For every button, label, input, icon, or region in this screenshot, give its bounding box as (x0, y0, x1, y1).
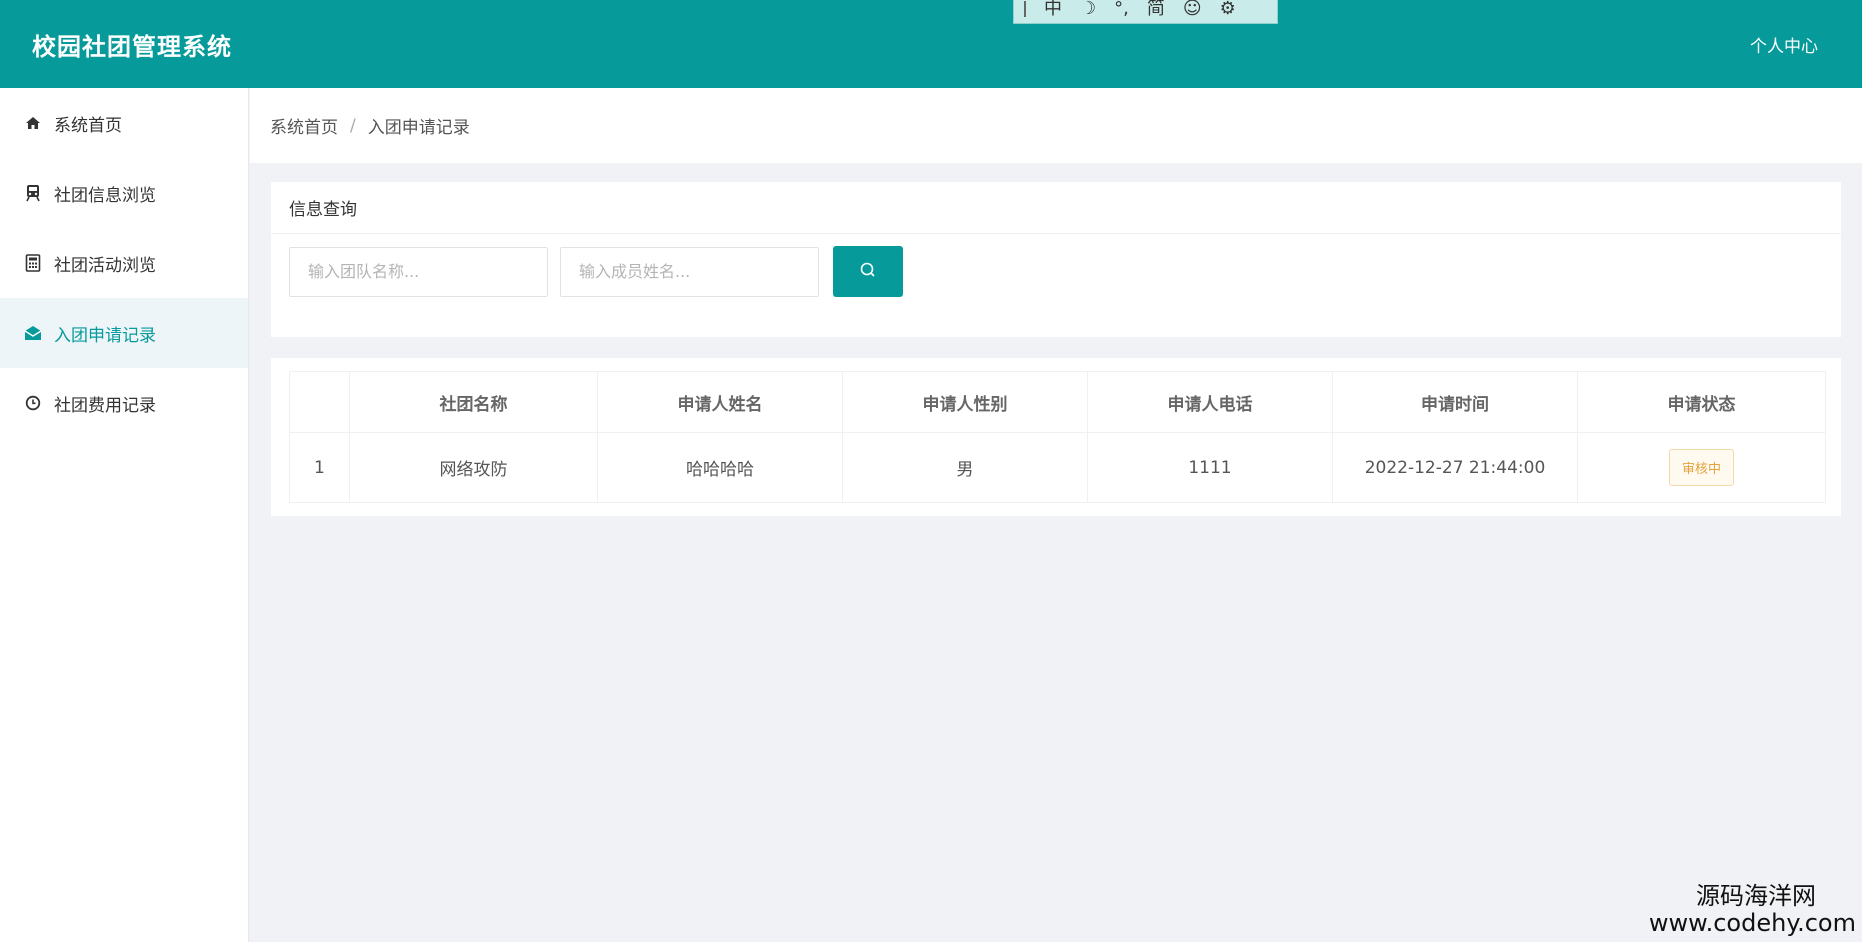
breadcrumb-current: 入团申请记录 (367, 118, 470, 138)
table-header-row: 社团名称 申请人姓名 申请人性别 申请人电话 申请时间 申请状态 (289, 371, 1826, 433)
sidebar: 系统首页 社团信息浏览 社团活动浏览 入团申请记录 社团费用记录 (0, 88, 249, 942)
ime-punctuation[interactable]: °, (1114, 0, 1129, 18)
column-header-phone: 申请人电话 (1087, 371, 1333, 433)
cell-status: 审核中 (1577, 432, 1826, 503)
calculator-icon (24, 254, 42, 272)
cell-phone: 1111 (1087, 432, 1333, 503)
column-header-club-name: 社团名称 (349, 371, 598, 433)
sidebar-item-club-fees[interactable]: 社团费用记录 (0, 368, 248, 438)
watermark-name: 源码海洋网 (1696, 882, 1816, 911)
sidebar-item-label: 社团信息浏览 (54, 185, 156, 206)
app-title: 校园社团管理系统 (32, 32, 232, 61)
gear-icon[interactable]: ⚙ (1220, 0, 1236, 18)
table-row: 1 网络攻防 哈哈哈哈 男 1111 2022-12-27 21:44:00 审… (289, 432, 1826, 503)
query-title: 信息查询 (271, 182, 1841, 234)
sidebar-item-club-activities[interactable]: 社团活动浏览 (0, 228, 248, 298)
moon-icon[interactable]: ☽ (1080, 0, 1096, 18)
cell-gender: 男 (842, 432, 1088, 503)
ime-divider (1024, 0, 1026, 17)
search-button[interactable] (833, 246, 903, 297)
train-icon (24, 184, 42, 202)
cell-time: 2022-12-27 21:44:00 (1332, 432, 1578, 503)
sidebar-item-label: 社团费用记录 (54, 395, 156, 416)
breadcrumb-home[interactable]: 系统首页 (270, 113, 338, 138)
user-center-link[interactable]: 个人中心 (1750, 32, 1818, 57)
smile-icon[interactable]: ☺ (1183, 0, 1202, 18)
member-name-input[interactable] (560, 246, 819, 297)
sidebar-item-label: 社团活动浏览 (54, 255, 156, 276)
clock-icon (24, 394, 42, 412)
watermark-url: www.codehy.com (1648, 908, 1856, 937)
cell-applicant-name: 哈哈哈哈 (597, 432, 843, 503)
search-icon (859, 261, 877, 282)
team-name-input[interactable] (289, 246, 548, 297)
sidebar-item-home[interactable]: 系统首页 (0, 88, 248, 158)
row-index: 1 (289, 432, 350, 503)
column-header-gender: 申请人性别 (842, 371, 1088, 433)
column-header-time: 申请时间 (1332, 371, 1578, 433)
breadcrumb-separator: / (350, 115, 356, 136)
sidebar-item-label: 入团申请记录 (54, 325, 156, 346)
column-header-index (289, 371, 350, 433)
applications-table: 社团名称 申请人姓名 申请人性别 申请人电话 申请时间 申请状态 1 网络攻防 … (289, 371, 1826, 503)
query-form (271, 234, 1841, 297)
sidebar-item-club-info[interactable]: 社团信息浏览 (0, 158, 248, 228)
column-header-status: 申请状态 (1577, 371, 1826, 433)
ime-simplified[interactable]: 简 (1147, 0, 1165, 18)
status-badge: 审核中 (1668, 449, 1734, 486)
ime-chinese-mode[interactable]: 中 (1044, 0, 1062, 18)
watermark: 源码海洋网 www.codehy.com (1649, 883, 1856, 936)
ime-toolbar: 中 ☽ °, 简 ☺ ⚙ (1013, 0, 1278, 24)
sidebar-item-label: 系统首页 (54, 115, 122, 136)
query-card: 信息查询 (271, 182, 1841, 337)
breadcrumb: 系统首页 / 入团申请记录 (250, 88, 1862, 163)
cell-club-name: 网络攻防 (349, 432, 598, 503)
top-header: 校园社团管理系统 个人中心 (0, 0, 1862, 88)
envelope-open-icon (24, 324, 42, 342)
home-icon (24, 114, 42, 132)
sidebar-item-join-applications[interactable]: 入团申请记录 (0, 298, 248, 368)
column-header-applicant-name: 申请人姓名 (597, 371, 843, 433)
table-card: 社团名称 申请人姓名 申请人性别 申请人电话 申请时间 申请状态 1 网络攻防 … (271, 358, 1841, 516)
